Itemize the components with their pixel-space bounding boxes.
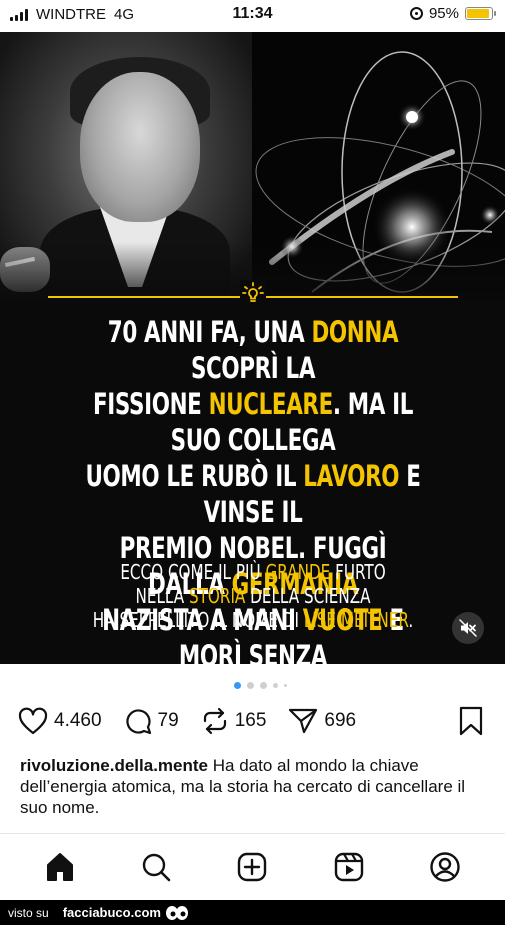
watermark-site: facciabuco.com bbox=[62, 905, 161, 920]
carousel-dot bbox=[273, 683, 278, 688]
watermark-prefix: visto su bbox=[8, 905, 49, 920]
comment-icon bbox=[125, 709, 151, 735]
repost-icon bbox=[203, 707, 226, 735]
reels-icon bbox=[334, 852, 363, 882]
headline-text: 70 ANNI FA, UNA bbox=[107, 315, 312, 349]
tab-search[interactable] bbox=[136, 847, 176, 887]
share-button[interactable]: 696 bbox=[288, 707, 356, 735]
carousel-dot bbox=[284, 684, 287, 687]
repost-button[interactable]: 165 bbox=[201, 707, 267, 735]
tab-profile[interactable] bbox=[425, 847, 465, 887]
post-subheadline: ECCO COME IL PIÙ GRANDE FURTO NELLA STORI… bbox=[74, 560, 431, 632]
highlight-word: LAVORO bbox=[303, 459, 400, 493]
headline-text: UOMO LE RUBÒ IL bbox=[85, 459, 304, 493]
headline-text: . bbox=[408, 608, 414, 632]
status-bar: WINDTRE 4G 11:34 95% bbox=[0, 0, 505, 30]
repost-count: 165 bbox=[234, 710, 267, 731]
profile-icon bbox=[430, 852, 460, 882]
carousel-dot bbox=[260, 682, 267, 689]
battery-icon bbox=[465, 7, 496, 20]
comment-count: 79 bbox=[157, 710, 179, 731]
mute-button[interactable] bbox=[452, 612, 484, 644]
status-right: 95% bbox=[409, 5, 496, 22]
headline-text: NELLA bbox=[135, 584, 189, 608]
comment-button[interactable]: 79 bbox=[124, 707, 179, 735]
share-count: 696 bbox=[324, 710, 357, 731]
tab-reels[interactable] bbox=[329, 847, 369, 887]
orientation-lock-icon bbox=[409, 7, 423, 20]
create-icon bbox=[238, 852, 267, 882]
muted-speaker-icon bbox=[459, 619, 477, 637]
highlight-word: GRANDE bbox=[265, 560, 331, 584]
eyes-logo-icon bbox=[165, 905, 188, 920]
watermark-bar: visto su facciabuco.com bbox=[0, 900, 505, 925]
bookmark-icon bbox=[459, 706, 483, 736]
headline-text: DELLA SCIENZA bbox=[245, 584, 371, 608]
highlight-word: STORIA bbox=[188, 584, 246, 608]
headline-text: FISSIONE bbox=[92, 387, 209, 421]
tab-home[interactable] bbox=[40, 847, 80, 887]
headline-text: HA SEPPELLITO IL NOME DI bbox=[92, 608, 304, 632]
post-caption: rivoluzione.della.mente Ha dato al mondo… bbox=[20, 755, 490, 818]
highlight-word: LISE MEITNER bbox=[303, 608, 409, 632]
carousel-dot bbox=[234, 682, 241, 689]
headline-text: SCOPRÌ LA bbox=[190, 351, 316, 385]
caption-username[interactable]: rivoluzione.della.mente bbox=[20, 756, 208, 775]
highlight-word: DONNA bbox=[311, 315, 399, 349]
save-button[interactable] bbox=[458, 706, 484, 741]
headline-text: FURTO bbox=[330, 560, 386, 584]
post-image[interactable]: 70 ANNI FA, UNA DONNA SCOPRÌ LA FISSIONE … bbox=[0, 32, 505, 664]
battery-percent: 95% bbox=[428, 5, 459, 22]
tab-create[interactable] bbox=[232, 847, 272, 887]
carousel-indicator bbox=[234, 682, 287, 689]
like-count: 4.460 bbox=[54, 710, 102, 731]
search-icon bbox=[143, 853, 171, 882]
headline-text: ECCO COME IL PIÙ bbox=[120, 560, 266, 584]
carousel-dot bbox=[247, 682, 254, 689]
heart-icon bbox=[18, 707, 48, 735]
home-icon bbox=[47, 853, 74, 881]
action-bar: 4.460 79 165 696 bbox=[18, 704, 488, 738]
lightbulb-icon bbox=[240, 280, 266, 306]
send-icon bbox=[289, 708, 318, 734]
like-button[interactable]: 4.460 bbox=[18, 707, 102, 735]
bottom-tab-bar bbox=[0, 834, 505, 900]
highlight-word: NUCLEARE bbox=[208, 387, 334, 421]
